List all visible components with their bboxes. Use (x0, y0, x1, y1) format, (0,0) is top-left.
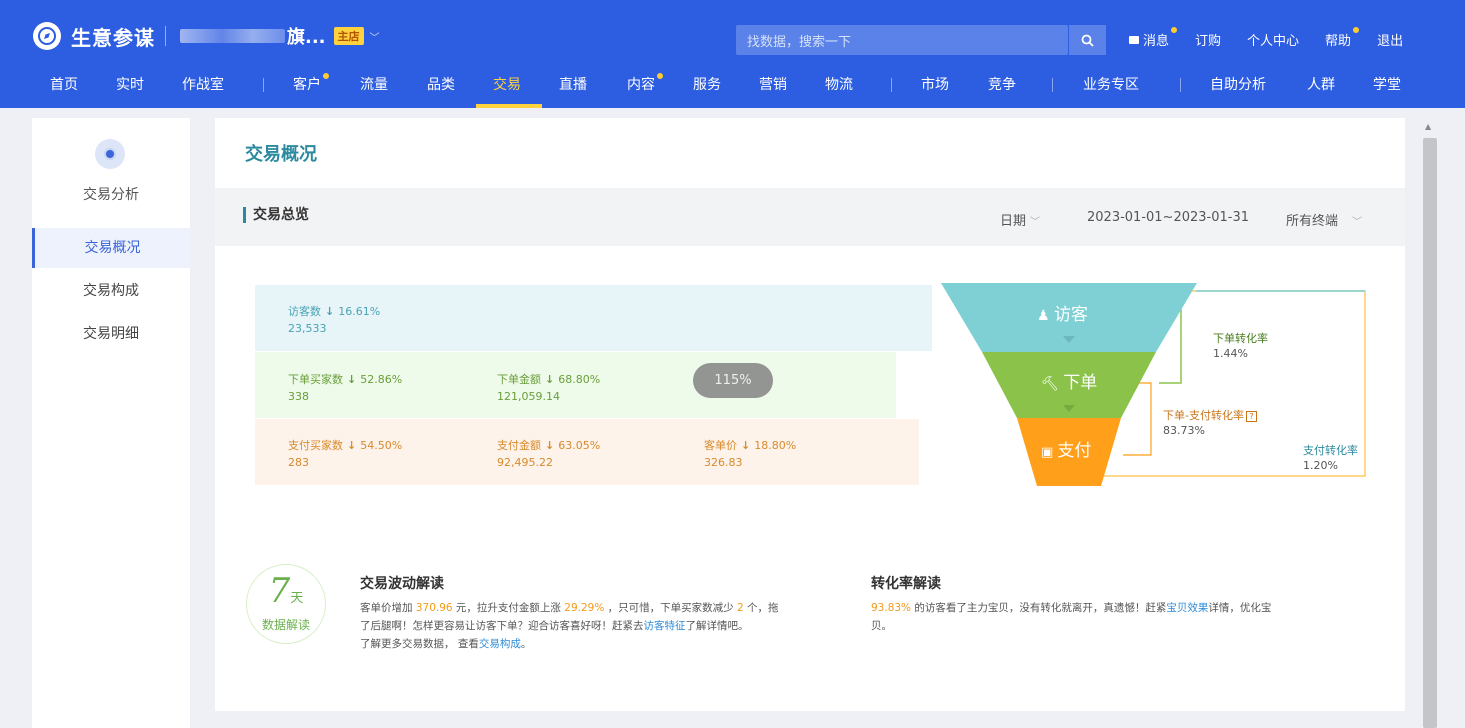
nav-customers[interactable]: 客户 (293, 73, 329, 94)
arrow-down-icon: ↓ (741, 439, 751, 452)
shop-name: 旗... (287, 27, 326, 48)
nav-academy[interactable]: 学堂 (1373, 74, 1401, 94)
nav-divider (1180, 78, 1181, 92)
nav-competition[interactable]: 竞争 (988, 74, 1016, 94)
metric-pay-amount[interactable]: 支付金额 ↓ 63.05% 92,495.22 (497, 437, 600, 469)
funnel-stage-label-payment: ▣ 支付 (1041, 441, 1092, 461)
top-links: 消息 订购 个人中心 帮助 退出 (1129, 27, 1403, 49)
link-personal-center[interactable]: 个人中心 (1247, 30, 1299, 49)
sidebar-item-trade-composition[interactable]: 交易构成 (32, 271, 190, 311)
main-panel: 交易概况 交易总览 日期 ﹀ 2023-01-01~2023-01-31 所有终端… (215, 118, 1405, 711)
scrollbar-thumb[interactable] (1423, 138, 1437, 728)
link-help[interactable]: 帮助 (1325, 27, 1360, 49)
terminal-select[interactable]: 所有终端 ﹀ (1286, 210, 1362, 229)
nav-self-analysis[interactable]: 自助分析 (1210, 74, 1266, 94)
item-effect-link[interactable]: 宝贝效果 (1166, 602, 1208, 614)
trade-insight-text: 客单价增加 370.96 元，拉升支付金额上涨 29.29% ，只可惜，下单买家… (360, 602, 779, 650)
message-icon (1129, 35, 1139, 44)
nav-divider (1052, 78, 1053, 92)
user-icon: ♟ (1037, 308, 1055, 324)
search-input[interactable]: 找数据，搜索一下 (736, 25, 1068, 55)
arrow-down-icon: ↓ (325, 305, 335, 318)
search-button[interactable] (1068, 25, 1106, 55)
notification-dot (657, 73, 663, 79)
order-band: 下单买家数 ↓ 52.86% 338 下单金额 ↓ 68.80% 121,059.14 (255, 352, 896, 418)
page-title: 交易概况 (245, 144, 317, 165)
funnel-stage-label-visitors: ♟ 访客 (1037, 305, 1089, 325)
search-placeholder: 找数据，搜索一下 (747, 34, 852, 50)
date-range-picker[interactable]: 2023-01-01~2023-01-31 (1087, 210, 1249, 225)
metric-unit-price[interactable]: 客单价 ↓ 18.80% 326.83 (704, 437, 796, 469)
conversion-insight-text: 93.83% 的访客看了主力宝贝，没有转化就离开，真遗憾！赶紧宝贝效果详情，优化… (871, 602, 1272, 632)
trade-composition-link[interactable]: 交易构成 (479, 638, 521, 650)
chevron-down-icon[interactable]: ﹀ (370, 29, 380, 44)
chevron-down-icon: ﹀ (1030, 217, 1041, 228)
nav-audience[interactable]: 人群 (1307, 74, 1335, 94)
link-subscribe[interactable]: 订购 (1195, 30, 1221, 49)
conversion-insight-title: 转化率解读 (871, 576, 941, 592)
conversion-funnel: ♟ 访客 🔨︎ 下单 ▣ 支付 下单转化率 1.44% 下单-支付转化率? 83… (941, 283, 1381, 493)
chevron-down-icon: ﹀ (1352, 217, 1363, 228)
nav-traffic[interactable]: 流量 (360, 74, 388, 94)
nav-divider (891, 78, 892, 92)
shop-name-blurred (180, 29, 285, 43)
compass-icon (33, 22, 61, 50)
search-icon (1081, 34, 1094, 47)
funnel-stage-label-orders: 🔨︎ 下单 (1041, 373, 1098, 393)
arrow-down-icon: ↓ (347, 439, 357, 452)
visitor-features-link[interactable]: 访客特征 (644, 620, 686, 632)
hammer-icon: 🔨︎ (1041, 376, 1064, 392)
nav-marketing[interactable]: 营销 (759, 74, 787, 94)
nav-live[interactable]: 直播 (559, 74, 587, 94)
visitors-band: 访客数 ↓ 16.61% 23,533 (255, 285, 932, 351)
nav-business-zone[interactable]: 业务专区 (1083, 74, 1139, 94)
nav-home[interactable]: 首页 (50, 74, 78, 94)
nav-content[interactable]: 内容 (627, 73, 663, 94)
link-messages[interactable]: 消息 (1129, 27, 1178, 49)
trade-analysis-icon (95, 139, 125, 169)
nav-service[interactable]: 服务 (693, 74, 721, 94)
nav-realtime[interactable]: 实时 (116, 74, 144, 94)
nav-war-room[interactable]: 作战室 (182, 74, 224, 94)
notification-dot (1171, 27, 1178, 33)
date-type-select[interactable]: 日期 ﹀ (1000, 210, 1040, 229)
shop-badge: 主店 (333, 27, 364, 45)
app-name: 生意参谋 (71, 25, 155, 50)
section-header: 交易总览 日期 ﹀ 2023-01-01~2023-01-31 所有终端 ﹀ (215, 188, 1405, 246)
notification-dot (1353, 27, 1360, 33)
metric-order-amount[interactable]: 下单金额 ↓ 68.80% 121,059.14 (497, 371, 600, 403)
sidebar-item-trade-overview[interactable]: 交易概况 (32, 228, 190, 268)
sidebar-item-trade-details[interactable]: 交易明细 (32, 314, 190, 354)
nav-logistics[interactable]: 物流 (825, 74, 853, 94)
sidebar: 交易分析 交易概况 交易构成 交易明细 (32, 118, 190, 728)
scroll-up-arrow-icon[interactable]: ▲ (1425, 122, 1431, 131)
nav-active-indicator (476, 104, 542, 108)
link-logout[interactable]: 退出 (1377, 30, 1403, 49)
arrow-down-icon: ↓ (545, 373, 555, 386)
payment-band: 支付买家数 ↓ 54.50% 283 支付金额 ↓ 63.05% 92,495.22 客… (255, 419, 919, 485)
metric-pay-buyers[interactable]: 支付买家数 ↓ 54.50% 283 (288, 437, 402, 469)
section-title: 交易总览 (243, 207, 309, 223)
metric-order-buyers[interactable]: 下单买家数 ↓ 52.86% 338 (288, 371, 402, 403)
notification-dot (323, 73, 329, 79)
metric-visitors[interactable]: 访客数 ↓ 16.61% 23,533 (288, 303, 380, 335)
help-icon[interactable]: ? (1245, 411, 1257, 422)
sidebar-title: 交易分析 (83, 187, 139, 203)
rate-order-pay-conversion: 下单-支付转化率? 83.73% (1163, 408, 1257, 438)
trade-insight-title: 交易波动解读 (360, 576, 444, 592)
rate-order-conversion: 下单转化率 1.44% (1213, 332, 1268, 360)
brand[interactable]: 生意参谋 旗... 主店 ﹀ (33, 22, 380, 50)
nav-market[interactable]: 市场 (921, 74, 949, 94)
nav-category[interactable]: 品类 (427, 74, 455, 94)
card-icon: ▣ (1041, 445, 1058, 460)
arrow-down-icon: ↓ (347, 373, 357, 386)
seven-day-insight-badge: 7天 数据解读 (246, 564, 326, 644)
divider (165, 26, 166, 46)
rate-pay-conversion: 支付转化率 1.20% (1303, 444, 1358, 472)
nav-trade[interactable]: 交易 (493, 74, 521, 94)
arrow-down-icon: ↓ (545, 439, 555, 452)
nav-divider (263, 78, 264, 92)
zoom-level-badge: 115% (693, 363, 773, 398)
